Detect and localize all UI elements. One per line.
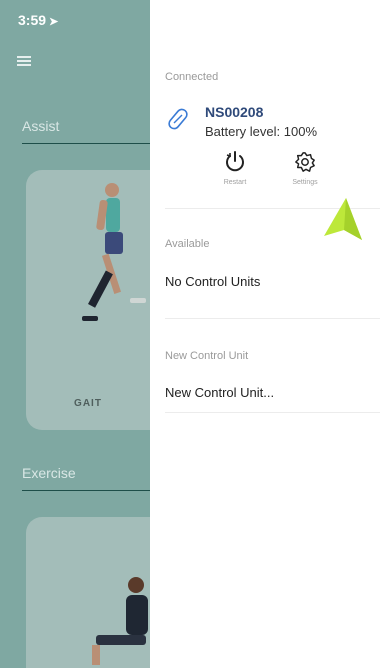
section-header-connected: Connected <box>165 71 219 83</box>
seated-person-illustration <box>92 577 148 665</box>
menu-icon[interactable] <box>17 56 31 66</box>
walking-person-illustration <box>82 183 146 321</box>
background-screen: 3:59 ➤ Assist GAIT Exercise <box>0 0 150 668</box>
card-caption-gait: GAIT <box>74 398 102 409</box>
no-control-units-text: No Control Units <box>165 274 261 289</box>
device-name[interactable]: NS00208 <box>205 104 263 120</box>
status-bar-time: 3:59 ➤ <box>18 12 58 28</box>
exercise-card[interactable] <box>26 517 150 668</box>
sensor-icon <box>168 108 188 130</box>
new-control-unit-button[interactable]: New Control Unit... <box>165 385 274 400</box>
control-units-drawer: Connected NS00208 Battery level: 100% Re… <box>150 0 380 668</box>
section-divider <box>165 318 380 319</box>
section-divider <box>22 490 150 491</box>
section-divider <box>22 143 150 144</box>
restart-button[interactable]: Restart <box>205 150 265 186</box>
settings-button[interactable]: Settings <box>275 150 335 186</box>
gait-card[interactable]: GAIT <box>26 170 150 430</box>
restart-icon <box>226 151 244 172</box>
section-title-assist: Assist <box>22 118 60 134</box>
settings-gear-icon <box>295 152 315 172</box>
pointer-arrow-icon <box>324 198 362 240</box>
device-battery-level: Battery level: 100% <box>205 124 318 139</box>
section-title-exercise: Exercise <box>22 465 76 481</box>
status-time-text: 3:59 <box>18 12 47 28</box>
section-header-new-control-unit: New Control Unit <box>165 350 249 362</box>
section-divider <box>165 412 380 413</box>
section-header-available: Available <box>165 238 210 250</box>
location-arrow-icon: ➤ <box>49 16 59 28</box>
restart-label: Restart <box>223 179 247 186</box>
settings-label: Settings <box>292 179 318 186</box>
